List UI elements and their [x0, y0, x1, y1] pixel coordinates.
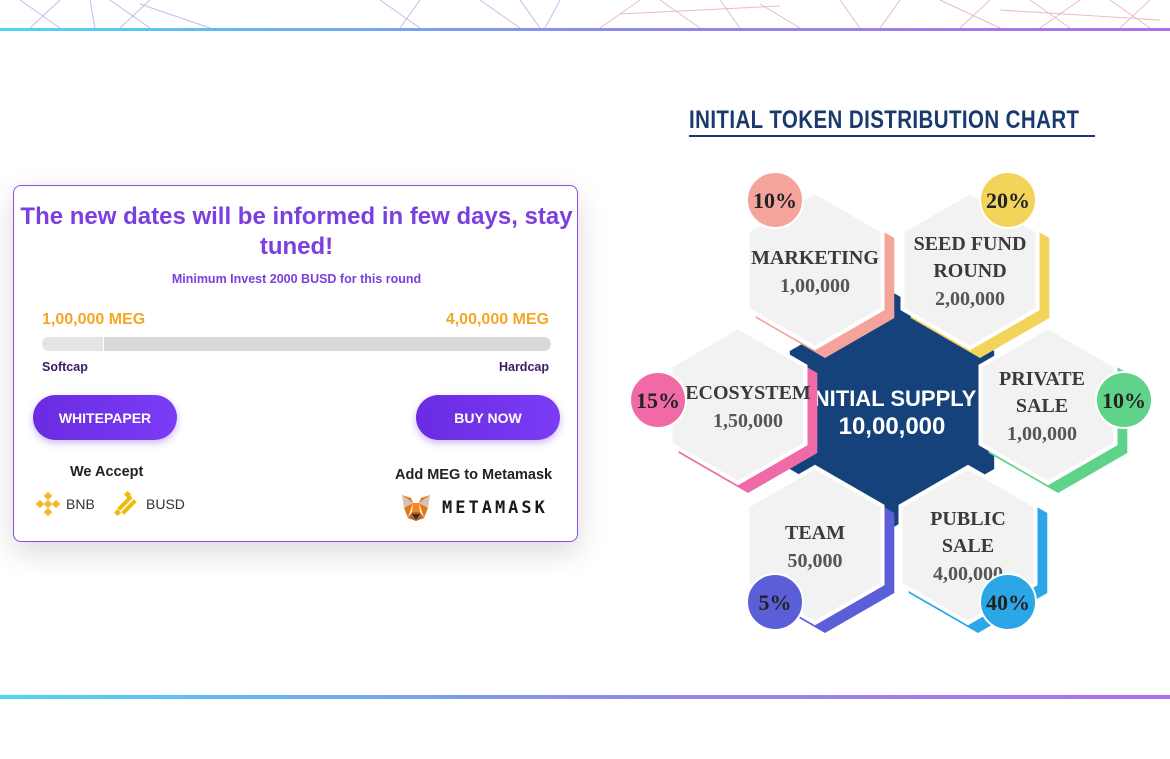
buy-now-button[interactable]: BUY NOW [416, 395, 560, 440]
network-lines-graphic [19, 0, 1161, 29]
busd-icon [113, 490, 137, 517]
slice-value: 1,00,000 [1007, 423, 1077, 445]
bnb-coin: BNB [34, 490, 95, 518]
slice-percent-label: 20% [986, 188, 1030, 213]
slice-marketing: MARKETING 1,00,000 10% [745, 171, 895, 358]
busd-coin: BUSD [112, 490, 185, 518]
softcap-label: Softcap [42, 360, 88, 374]
presale-card: The new dates will be informed in few da… [13, 185, 578, 542]
slice-label: TEAM [785, 522, 845, 544]
slice-value: 1,00,000 [780, 275, 850, 297]
slice-label: ROUND [933, 260, 1006, 282]
slice-label: SALE [942, 535, 994, 557]
slice-label: PUBLIC [930, 508, 1006, 530]
initial-supply-value: 10,00,000 [839, 413, 946, 440]
sale-progress-fill [42, 337, 105, 351]
bnb-icon [35, 491, 61, 517]
slice-private-sale: PRIVATE SALE 1,00,000 10% [978, 324, 1153, 493]
add-to-metamask-title: Add MEG to Metamask [395, 467, 553, 483]
slice-value: 50,000 [788, 550, 843, 572]
slice-label: ECOSYSTEM [685, 382, 811, 404]
whitepaper-button[interactable]: WHITEPAPER [33, 395, 177, 440]
metamask-fox-icon [402, 495, 430, 521]
metamask-wordmark: METAMASK [442, 498, 548, 518]
sale-progress-bar [42, 337, 551, 351]
slice-public-sale: PUBLICSALE4,00,00040% [898, 464, 1048, 633]
token-distribution-chart: INITIAL SUPPLY10,00,000 MARKETING 1,00,000… [629, 171, 1153, 633]
slice-value: 2,00,000 [935, 288, 1005, 310]
announcement-headline: The new dates will be informed in few da… [20, 203, 573, 260]
we-accept-title: We Accept [70, 464, 144, 480]
hardcap-label: Hardcap [498, 360, 549, 374]
minimum-invest-note: Minimum Invest 2000 BUSD for this round [171, 272, 422, 286]
chart-title-underline [689, 135, 1095, 137]
hardcap-amount: 4,00,000 MEG [445, 311, 549, 328]
slice-percent-label: 10% [753, 188, 797, 213]
bottom-gradient-divider [0, 695, 1170, 699]
slice-percent-label: 5% [759, 590, 792, 615]
slice-value: 1,50,000 [713, 410, 783, 432]
slice-label: SALE [1016, 395, 1068, 417]
softcap-amount: 1,00,000 MEG [42, 311, 146, 328]
busd-label: BUSD [146, 496, 185, 512]
top-gradient-divider [0, 28, 1170, 31]
top-decorative-banner [0, 0, 1170, 30]
slice-percent-label: 15% [636, 388, 680, 413]
metamask-button[interactable]: METAMASK [400, 494, 548, 522]
slice-label: MARKETING [751, 247, 879, 269]
slice-label: PRIVATE [999, 368, 1085, 390]
slice-percent-label: 40% [986, 590, 1030, 615]
chart-title: INITIAL TOKEN DISTRIBUTION CHART [689, 106, 1080, 134]
bnb-label: BNB [66, 496, 95, 512]
slice-ecosystem: ECOSYSTEM 1,50,000 15% [629, 324, 818, 493]
initial-supply-title: INITIAL SUPPLY [808, 386, 977, 411]
slice-percent-label: 10% [1102, 388, 1146, 413]
slice-label: SEED FUND [914, 233, 1027, 255]
